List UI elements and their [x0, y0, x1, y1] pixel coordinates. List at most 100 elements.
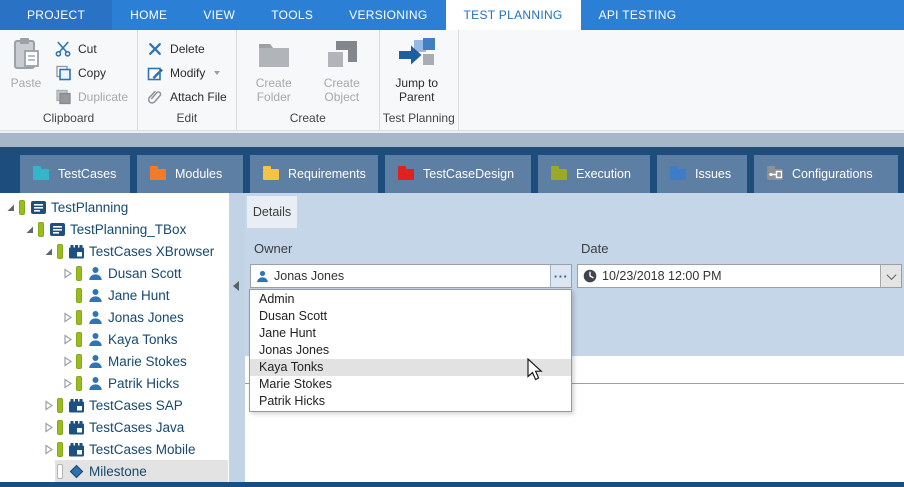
module-tab-configurations[interactable]: Configurations [754, 155, 898, 193]
tree-item[interactable]: Jane Hunt [74, 284, 228, 306]
tree-item[interactable]: TestPlanning [17, 196, 228, 218]
module-tab-testcases[interactable]: TestCases [20, 155, 130, 193]
tree-row-testplanning[interactable]: TestPlanning [0, 196, 229, 218]
list-folder-icon [29, 200, 48, 215]
calendar-icon [67, 398, 86, 413]
tree-item[interactable]: TestCases SAP [55, 394, 228, 416]
tree-row-testcases-sap[interactable]: TestCases SAP [0, 394, 229, 416]
tree-item[interactable]: Kaya Tonks [74, 328, 228, 350]
expander-placeholder [42, 465, 55, 478]
menu-tab-tools[interactable]: TOOLS [253, 0, 331, 30]
expander-collapsed-icon[interactable] [42, 399, 55, 412]
module-tab-label: Execution [576, 167, 631, 181]
tree-row-jonas-jones[interactable]: Jonas Jones [0, 306, 229, 328]
attach-file-button[interactable]: Attach File [141, 85, 233, 109]
list-folder-icon [48, 222, 67, 237]
dropdown-option-dusan-scott[interactable]: Dusan Scott [250, 308, 571, 325]
cut-icon [55, 41, 71, 57]
menu-tab-project[interactable]: PROJECT [0, 0, 112, 30]
modify-button[interactable]: Modify [141, 61, 233, 85]
menu-tab-versioning[interactable]: VERSIONING [331, 0, 445, 30]
expander-collapsed-icon[interactable] [61, 355, 74, 368]
dropdown-option-kaya-tonks[interactable]: Kaya Tonks [250, 359, 571, 376]
tree-row-testcases-mobile[interactable]: TestCases Mobile [0, 438, 229, 460]
owner-browse-button[interactable]: ··· [550, 265, 571, 287]
copy-button[interactable]: Copy [49, 61, 134, 85]
module-tab-modules[interactable]: Modules [137, 155, 243, 193]
expander-expanded-icon[interactable] [23, 223, 36, 236]
dropdown-option-jane-hunt[interactable]: Jane Hunt [250, 325, 571, 342]
ribbon-group-edit: DeleteModifyAttach FileEdit [138, 30, 237, 130]
tree-row-jane-hunt[interactable]: Jane Hunt [0, 284, 229, 306]
person-icon [86, 288, 105, 303]
tree-item-label: TestPlanning [51, 200, 128, 215]
button-label: Jump to Parent [389, 76, 445, 104]
owner-label: Owner [254, 241, 292, 256]
owner-combobox[interactable]: Jonas Jones ··· [250, 264, 572, 288]
dropdown-option-admin[interactable]: Admin [250, 291, 571, 308]
menu-tab-view[interactable]: VIEW [185, 0, 253, 30]
module-tab-bar: TestCasesModulesRequirements TestCaseDesi… [0, 147, 904, 193]
module-tab-issues[interactable]: Issues [657, 155, 747, 193]
tree-row-dusan-scott[interactable]: Dusan Scott [0, 262, 229, 284]
tree-row-testplanning-tbox[interactable]: TestPlanning_TBox [0, 218, 229, 240]
tree-row-milestone[interactable]: Milestone [0, 460, 229, 482]
tree-row-patrik-hicks[interactable]: Patrik Hicks [0, 372, 229, 394]
dropdown-arrow-icon[interactable] [214, 71, 220, 75]
person-icon [256, 270, 269, 283]
button-label: Create Object [314, 76, 370, 104]
tree-row-marie-stokes[interactable]: Marie Stokes [0, 350, 229, 372]
expander-collapsed-icon[interactable] [42, 421, 55, 434]
ribbon-group-create: Create FolderCreate ObjectCreate [237, 30, 380, 130]
tree-item-label: TestCases Mobile [89, 442, 196, 457]
tree-row-testcases-java[interactable]: TestCases Java [0, 416, 229, 438]
tree-item[interactable]: TestCases Java [55, 416, 228, 438]
ribbon-group-label: Test Planning [383, 109, 455, 130]
date-label: Date [581, 241, 608, 256]
ribbon-separator-band [0, 131, 904, 147]
date-dropdown-button[interactable] [880, 265, 901, 287]
expander-expanded-icon[interactable] [4, 201, 17, 214]
date-combobox[interactable]: 10/23/2018 12:00 PM [577, 264, 902, 288]
tree-item[interactable]: Marie Stokes [74, 350, 228, 372]
dropdown-option-jonas-jones[interactable]: Jonas Jones [250, 342, 571, 359]
panel-splitter[interactable] [229, 193, 245, 482]
menu-tab-api-testing[interactable]: API TESTING [581, 0, 695, 30]
status-bar-green [76, 354, 82, 369]
module-tab-execution[interactable]: Execution [538, 155, 650, 193]
tree-row-testcases-xbrowser[interactable]: TestCases XBrowser [0, 240, 229, 262]
tree-item[interactable]: Dusan Scott [74, 262, 228, 284]
tree-item[interactable]: Patrik Hicks [74, 372, 228, 394]
tree-item[interactable]: TestPlanning_TBox [36, 218, 228, 240]
jump-to-parent-button[interactable]: Jump to Parent [383, 34, 451, 106]
tree-row-kaya-tonks[interactable]: Kaya Tonks [0, 328, 229, 350]
module-tab-testcasedesign[interactable]: TestCaseDesign [385, 155, 531, 193]
person-icon [86, 266, 105, 281]
tree-item[interactable]: Milestone [55, 460, 228, 482]
ribbon-group-buttons: PasteCutCopyDuplicate [3, 30, 134, 109]
tree-item[interactable]: TestCases Mobile [55, 438, 228, 460]
menu-tab-home[interactable]: HOME [112, 0, 185, 30]
expander-expanded-icon[interactable] [42, 245, 55, 258]
tab-details[interactable]: Details [247, 196, 297, 228]
details-panel: Details Owner Jonas Jones ··· Date 10/23… [245, 193, 904, 482]
expander-collapsed-icon[interactable] [42, 443, 55, 456]
module-tab-label: TestCaseDesign [423, 167, 514, 181]
collapse-left-icon[interactable] [233, 281, 239, 291]
tree-item[interactable]: Jonas Jones [74, 306, 228, 328]
menu-tab-test-planning[interactable]: TEST PLANNING [446, 0, 581, 30]
status-bar-green [57, 442, 63, 457]
expander-collapsed-icon[interactable] [61, 311, 74, 324]
expander-collapsed-icon[interactable] [61, 377, 74, 390]
expander-collapsed-icon[interactable] [61, 333, 74, 346]
module-tab-requirements[interactable]: Requirements [250, 155, 378, 193]
cut-button[interactable]: Cut [49, 37, 134, 61]
button-label: Duplicate [78, 90, 128, 104]
status-bar-green [76, 266, 82, 281]
dropdown-option-marie-stokes[interactable]: Marie Stokes [250, 376, 571, 393]
delete-button[interactable]: Delete [141, 37, 233, 61]
dropdown-option-patrik-hicks[interactable]: Patrik Hicks [250, 393, 571, 410]
expander-collapsed-icon[interactable] [61, 267, 74, 280]
status-bar-green [19, 200, 25, 215]
tree-item[interactable]: TestCases XBrowser [55, 240, 228, 262]
